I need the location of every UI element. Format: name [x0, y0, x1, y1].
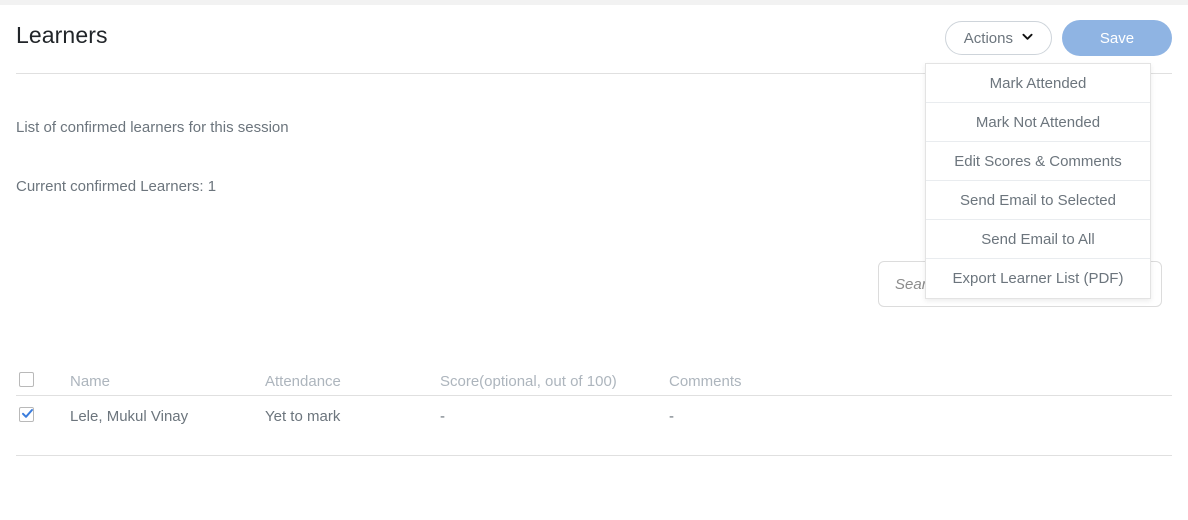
- column-header-name: Name: [70, 373, 111, 390]
- learners-page: Learners Actions Save Mark Attended Mark…: [0, 5, 1188, 520]
- table-row: Lele, Mukul Vinay Yet to mark - -: [0, 396, 1188, 456]
- session-description: List of confirmed learners for this sess…: [16, 119, 289, 136]
- menu-item-mark-not-attended[interactable]: Mark Not Attended: [926, 103, 1150, 142]
- table-bottom-divider: [16, 455, 1172, 456]
- chevron-down-icon: [1022, 31, 1033, 42]
- select-all-checkbox[interactable]: [19, 372, 34, 387]
- column-header-attendance: Attendance: [265, 373, 341, 390]
- menu-item-export-learner-list-pdf[interactable]: Export Learner List (PDF): [926, 259, 1150, 298]
- cell-name: Lele, Mukul Vinay: [70, 408, 189, 425]
- table-header-row: Name Attendance Score(optional, out of 1…: [0, 360, 1188, 395]
- actions-dropdown-menu: Mark Attended Mark Not Attended Edit Sco…: [925, 63, 1151, 299]
- header-actions-group: Actions Save: [944, 20, 1172, 56]
- menu-item-edit-scores-comments[interactable]: Edit Scores & Comments: [926, 142, 1150, 181]
- row-select-checkbox[interactable]: [19, 407, 34, 422]
- column-header-score: Score(optional, out of 100): [440, 373, 617, 390]
- checkmark-icon: [21, 407, 34, 420]
- column-header-comments: Comments: [669, 373, 742, 390]
- cell-comments: -: [669, 408, 674, 425]
- page-title: Learners: [16, 22, 108, 48]
- cell-score: -: [440, 408, 445, 425]
- actions-button-label: Actions: [963, 29, 1013, 47]
- menu-item-send-email-to-all[interactable]: Send Email to All: [926, 220, 1150, 259]
- cell-attendance: Yet to mark: [265, 408, 341, 425]
- confirmed-learners-count: Current confirmed Learners: 1: [16, 178, 217, 195]
- actions-button[interactable]: Actions: [944, 21, 1052, 55]
- save-button[interactable]: Save: [1062, 20, 1172, 56]
- menu-item-mark-attended[interactable]: Mark Attended: [926, 64, 1150, 103]
- menu-item-send-email-to-selected[interactable]: Send Email to Selected: [926, 181, 1150, 220]
